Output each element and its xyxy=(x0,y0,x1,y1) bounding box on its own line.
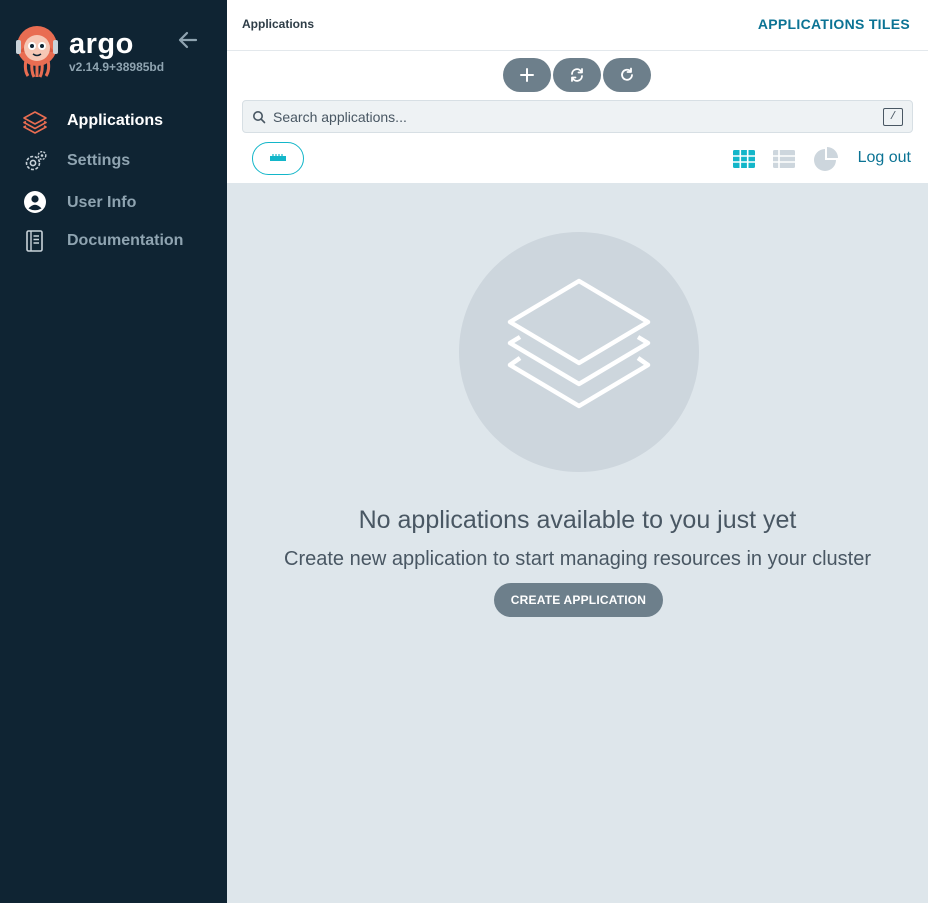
toolbar: / xyxy=(227,51,928,183)
empty-state-illustration xyxy=(459,232,699,472)
collapse-sidebar-button[interactable] xyxy=(176,28,200,52)
tiles-icon xyxy=(732,150,756,175)
top-header: Applications APPLICATIONS TILES xyxy=(227,0,928,51)
page-title: APPLICATIONS TILES xyxy=(757,16,910,32)
sync-apps-button[interactable] xyxy=(553,58,601,92)
pie-chart-icon xyxy=(813,147,839,176)
sidebar-item-user-info[interactable]: User Info xyxy=(0,185,227,221)
gears-icon xyxy=(22,149,48,175)
sidebar-item-label: Settings xyxy=(67,152,131,169)
search-shortcut-hint: / xyxy=(883,108,903,126)
argo-logo-icon xyxy=(16,24,58,78)
search-bar: / xyxy=(242,100,913,133)
empty-state-title: No applications available to you just ye… xyxy=(358,506,797,534)
app-version: v2.14.9+38985bd xyxy=(69,60,165,74)
filters-toggle-button[interactable] xyxy=(252,142,304,175)
sidebar-item-documentation[interactable]: Documentation xyxy=(0,223,227,259)
refresh-apps-button[interactable] xyxy=(603,58,651,92)
sidebar-item-applications[interactable]: Applications xyxy=(0,103,227,139)
search-input[interactable] xyxy=(273,105,853,129)
sidebar-item-label: Documentation xyxy=(67,232,184,249)
list-view-button[interactable] xyxy=(772,147,796,171)
breadcrumb[interactable]: Applications xyxy=(242,17,314,31)
list-icon xyxy=(772,150,796,175)
new-app-button[interactable] xyxy=(503,58,551,92)
sidebar: argo v2.14.9+38985bd Applications Settin xyxy=(0,0,227,903)
tiles-view-button[interactable] xyxy=(732,147,756,171)
sidebar-item-label: Applications xyxy=(67,112,164,129)
arrow-left-icon xyxy=(176,31,200,56)
brand-wordmark: argo xyxy=(69,28,134,60)
logout-link[interactable]: Log out xyxy=(858,149,911,167)
search-icon xyxy=(252,110,266,129)
user-circle-icon xyxy=(22,191,48,217)
summary-view-button[interactable] xyxy=(813,146,838,171)
sidebar-item-label: User Info xyxy=(67,194,137,211)
empty-state-subtitle: Create new application to start managing… xyxy=(284,548,871,570)
sidebar-item-settings[interactable]: Settings xyxy=(0,143,227,179)
book-icon xyxy=(22,229,48,255)
create-application-button[interactable]: CREATE APPLICATION xyxy=(494,583,663,617)
layers-icon xyxy=(22,109,48,135)
